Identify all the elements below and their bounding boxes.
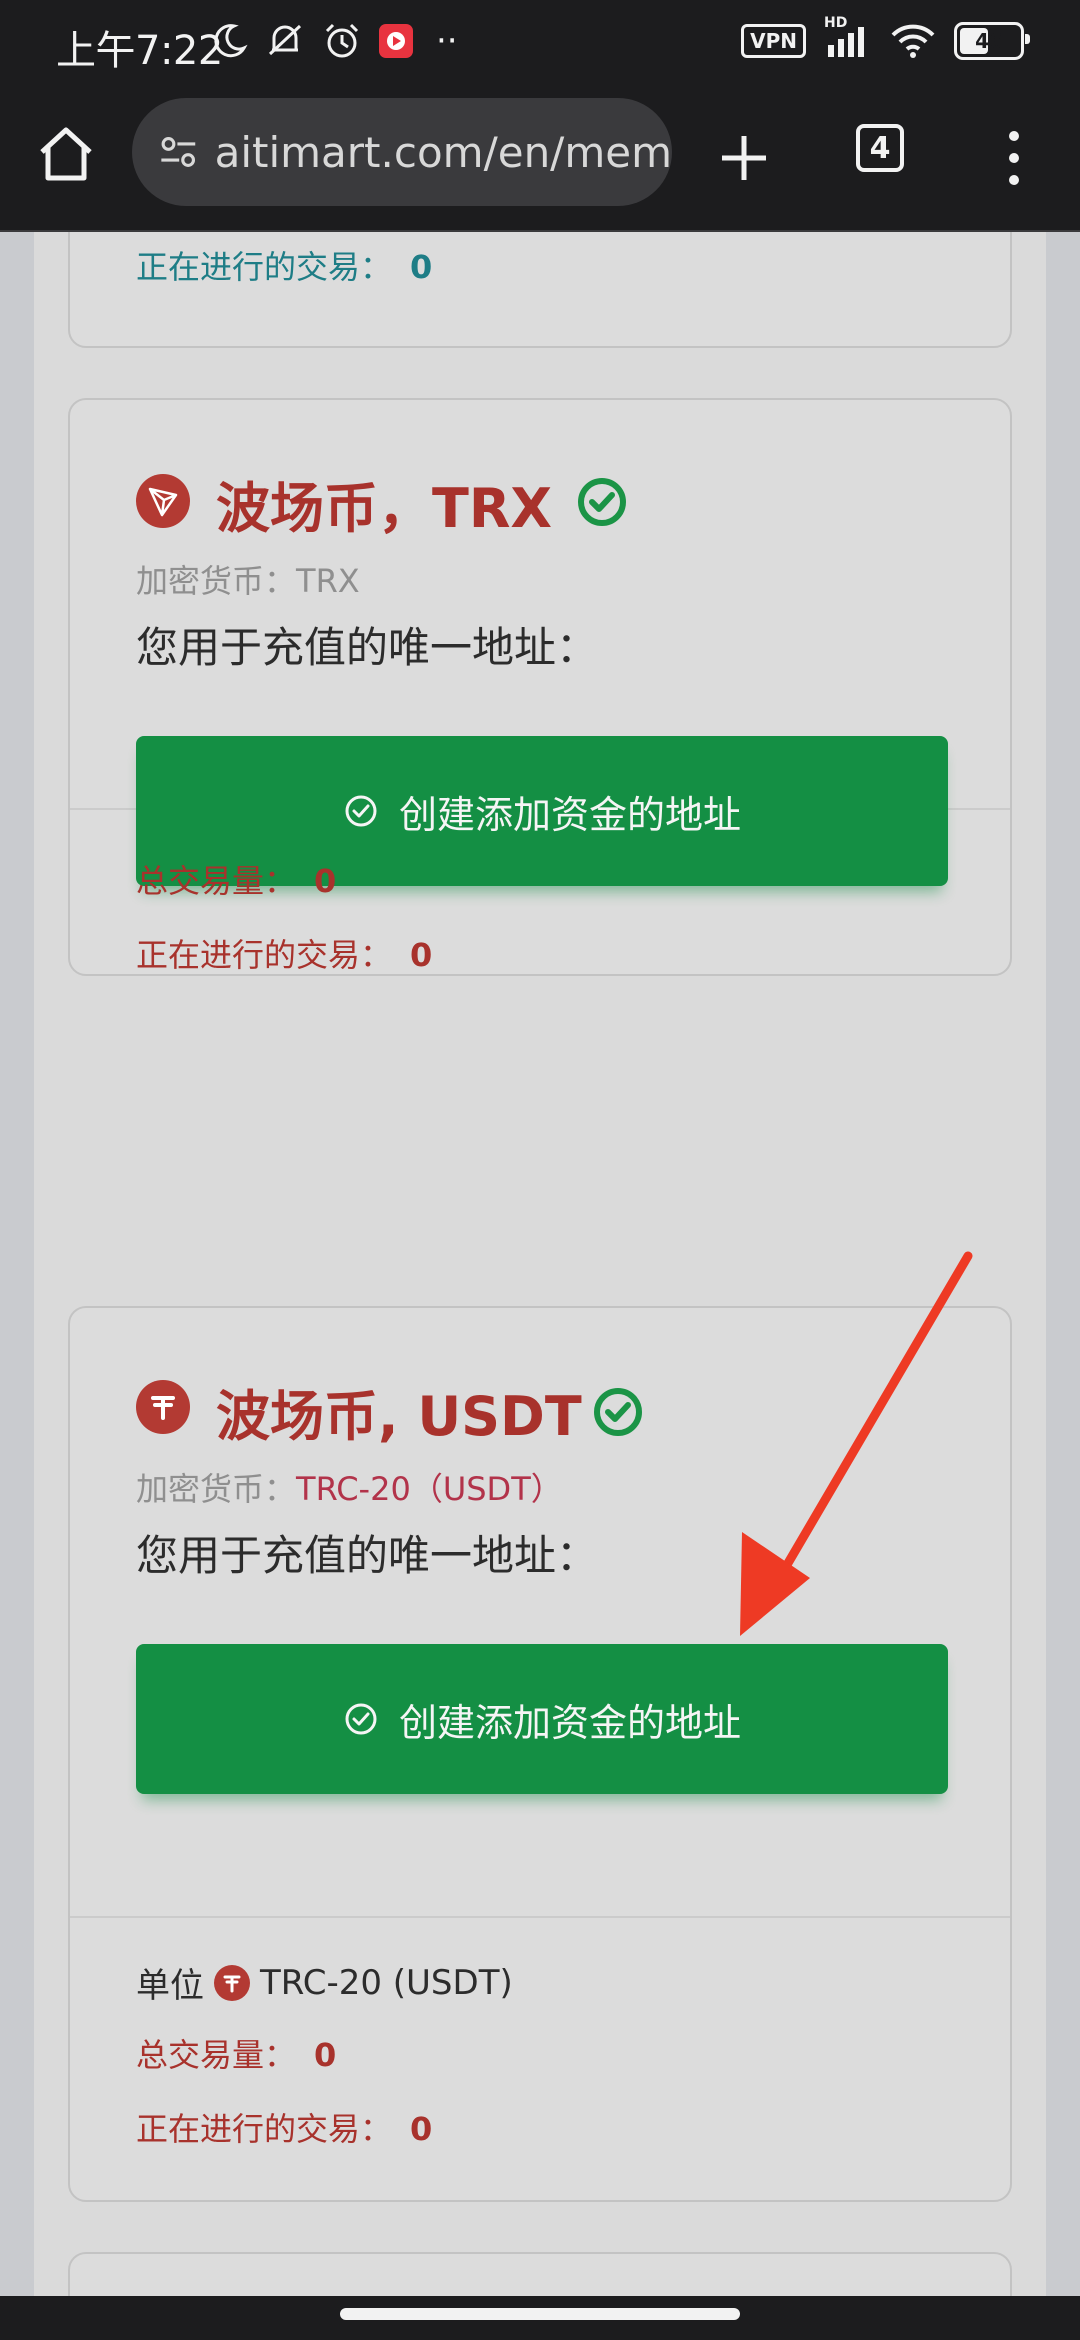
total-trades-stat: 总交易量： 0 [136, 856, 336, 902]
vpn-badge: VPN [741, 24, 806, 58]
card-previous: 正在进行的交易： 0 [68, 232, 1012, 348]
battery-indicator: 46 [954, 22, 1030, 60]
system-nav-bar [0, 2296, 1080, 2340]
ongoing-trades-stat: 正在进行的交易： 0 [136, 930, 432, 976]
create-address-button-usdt[interactable]: 创建添加资金的地址 [136, 1644, 948, 1794]
ongoing-trades-value: 0 [410, 248, 433, 286]
coin-title-trx: 波场币，TRX [216, 477, 553, 540]
check-circle-icon [345, 795, 377, 827]
status-left-icons: ·· [210, 20, 458, 62]
crypto-subtitle-trx: 加密货币：TRX [136, 556, 360, 602]
site-settings-icon[interactable] [156, 127, 201, 177]
ongoing-trades-label: 正在进行的交易： [136, 936, 393, 974]
web-page: 正在进行的交易： 0 波场币，TRX 加密货币：TRX 您用于充值的唯一地址： 创… [0, 232, 1080, 2296]
ongoing-trades-value: 0 [410, 2110, 433, 2148]
address-bar[interactable]: aitimart.com/en/mem [132, 98, 672, 206]
total-trades-value: 0 [314, 2036, 337, 2074]
unit-label: 单位 [136, 1966, 204, 2006]
status-right-icons: VPN HD 46 [741, 15, 1030, 60]
tabs-icon[interactable]: 4 [856, 124, 904, 172]
crypto-subtitle-value: TRC-20（USDT） [296, 1470, 563, 1508]
coin-title-usdt: 波场币, USDT [216, 1385, 582, 1448]
moon-icon [214, 24, 248, 58]
browser-toolbar: aitimart.com/en/mem 4 [0, 88, 1080, 232]
bell-muted-icon [268, 24, 302, 56]
verified-check-icon [594, 1388, 642, 1436]
crypto-subtitle-label: 加密货币： [136, 1470, 297, 1508]
unique-address-label: 您用于充值的唯一地址： [136, 623, 599, 672]
total-trades-stat: 总交易量： 0 [136, 2030, 336, 2076]
ongoing-trades-label: 正在进行的交易： [136, 248, 393, 286]
total-trades-value: 0 [314, 862, 337, 900]
crypto-subtitle-usdt: 加密货币：TRC-20（USDT） [136, 1464, 563, 1510]
signal-hd-label: HD [824, 15, 848, 31]
total-trades-label: 总交易量： [136, 2036, 297, 2074]
check-circle-icon [345, 1703, 377, 1735]
card-next [68, 2252, 1012, 2296]
tether-icon [136, 1380, 190, 1434]
home-icon[interactable] [34, 122, 98, 186]
create-address-button-label: 创建添加资金的地址 [398, 1700, 741, 1745]
card-trx: 波场币，TRX 加密货币：TRX 您用于充值的唯一地址： 创建添加资金的地址 总… [68, 398, 1012, 976]
tether-icon [214, 1964, 250, 2001]
signal-icon: HD [824, 15, 872, 59]
unique-address-label: 您用于充值的唯一地址： [136, 1531, 599, 1580]
ongoing-trades-stat: 正在进行的交易： 0 [136, 2104, 432, 2150]
url-text[interactable]: aitimart.com/en/mem [215, 128, 672, 177]
app-notification-icon [379, 24, 413, 58]
menu-icon[interactable] [996, 126, 1032, 190]
create-address-button-label: 创建添加资金的地址 [398, 792, 741, 837]
plus-icon[interactable] [712, 126, 776, 190]
ongoing-trades-value: 0 [410, 936, 433, 974]
more-notifications-indicator: ·· [436, 21, 458, 61]
verified-check-icon [578, 478, 626, 526]
wifi-icon [891, 24, 935, 58]
ongoing-trades-label: 正在进行的交易： [136, 2110, 393, 2148]
battery-level: 46 [975, 29, 1003, 53]
alarm-icon [325, 23, 359, 58]
status-bar: 上午7:22 ·· VPN HD 46 [0, 0, 1080, 88]
unit-value: TRC-20 (USDT) [260, 1962, 513, 2003]
unit-line: 单位 TRC-20 (USDT) [136, 1958, 513, 2007]
page-container: 正在进行的交易： 0 波场币，TRX 加密货币：TRX 您用于充值的唯一地址： 创… [34, 232, 1046, 2296]
ongoing-trades-stat: 正在进行的交易： 0 [136, 242, 432, 288]
crypto-subtitle-value: TRX [296, 562, 360, 600]
tron-icon [136, 474, 190, 528]
gesture-handle[interactable] [340, 2308, 740, 2320]
status-time: 上午7:22 [56, 28, 223, 74]
card-usdt: 波场币, USDT 加密货币：TRC-20（USDT） 您用于充值的唯一地址： … [68, 1306, 1012, 2202]
total-trades-label: 总交易量： [136, 862, 297, 900]
crypto-subtitle-label: 加密货币： [136, 562, 297, 600]
